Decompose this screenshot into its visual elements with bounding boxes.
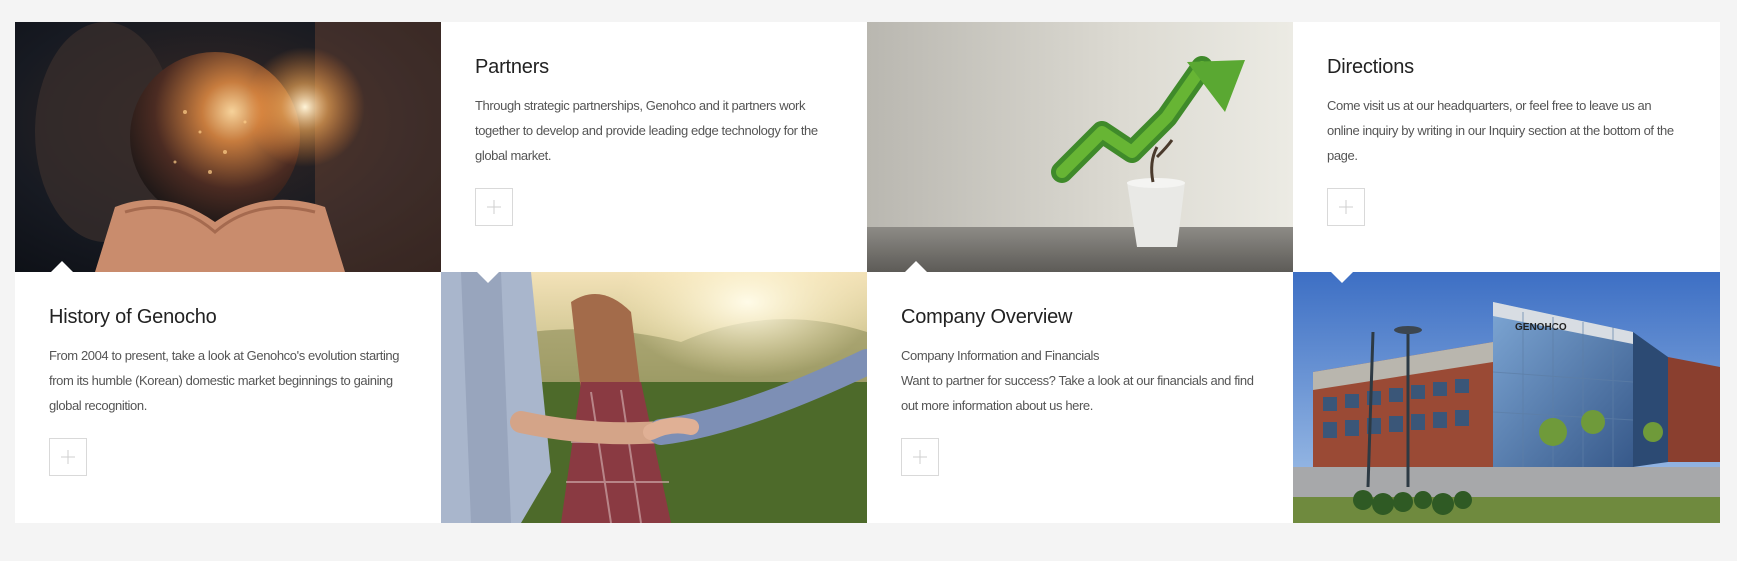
directions-plus-icon[interactable] [1327, 188, 1365, 226]
history-plus-icon[interactable] [49, 438, 87, 476]
headquarters-building-image: GENOHCO [1293, 272, 1720, 523]
history-title: History of Genocho [49, 306, 217, 328]
holding-hands-image [441, 272, 867, 523]
overview-plus-icon[interactable] [901, 438, 939, 476]
overview-card: Company Overview Company Information and… [867, 272, 1293, 523]
history-text: From 2004 to present, take a look at Gen… [49, 348, 400, 413]
partners-plus-icon[interactable] [475, 188, 513, 226]
partners-title: Partners [475, 56, 549, 78]
card-pointer [1331, 272, 1353, 283]
company-info-grid: Partners Through strategic partnerships,… [15, 22, 1720, 523]
overview-subtitle: Company Information and Financials [901, 348, 1100, 363]
directions-text: Come visit us at our headquarters, or fe… [1327, 98, 1674, 163]
directions-title: Directions [1327, 56, 1414, 78]
directions-card: Directions Come visit us at our headquar… [1293, 22, 1720, 272]
partners-card: Partners Through strategic partnerships,… [441, 22, 867, 272]
partners-text: Through strategic partnerships, Genohco … [475, 98, 818, 163]
growth-plant-image [867, 22, 1293, 272]
overview-text: Want to partner for success? Take a look… [901, 373, 1254, 413]
card-pointer [905, 261, 927, 272]
card-pointer [477, 272, 499, 283]
card-pointer [51, 261, 73, 272]
earth-in-hands-image [15, 22, 441, 272]
history-card: History of Genocho From 2004 to present,… [15, 272, 441, 523]
overview-title: Company Overview [901, 306, 1073, 328]
